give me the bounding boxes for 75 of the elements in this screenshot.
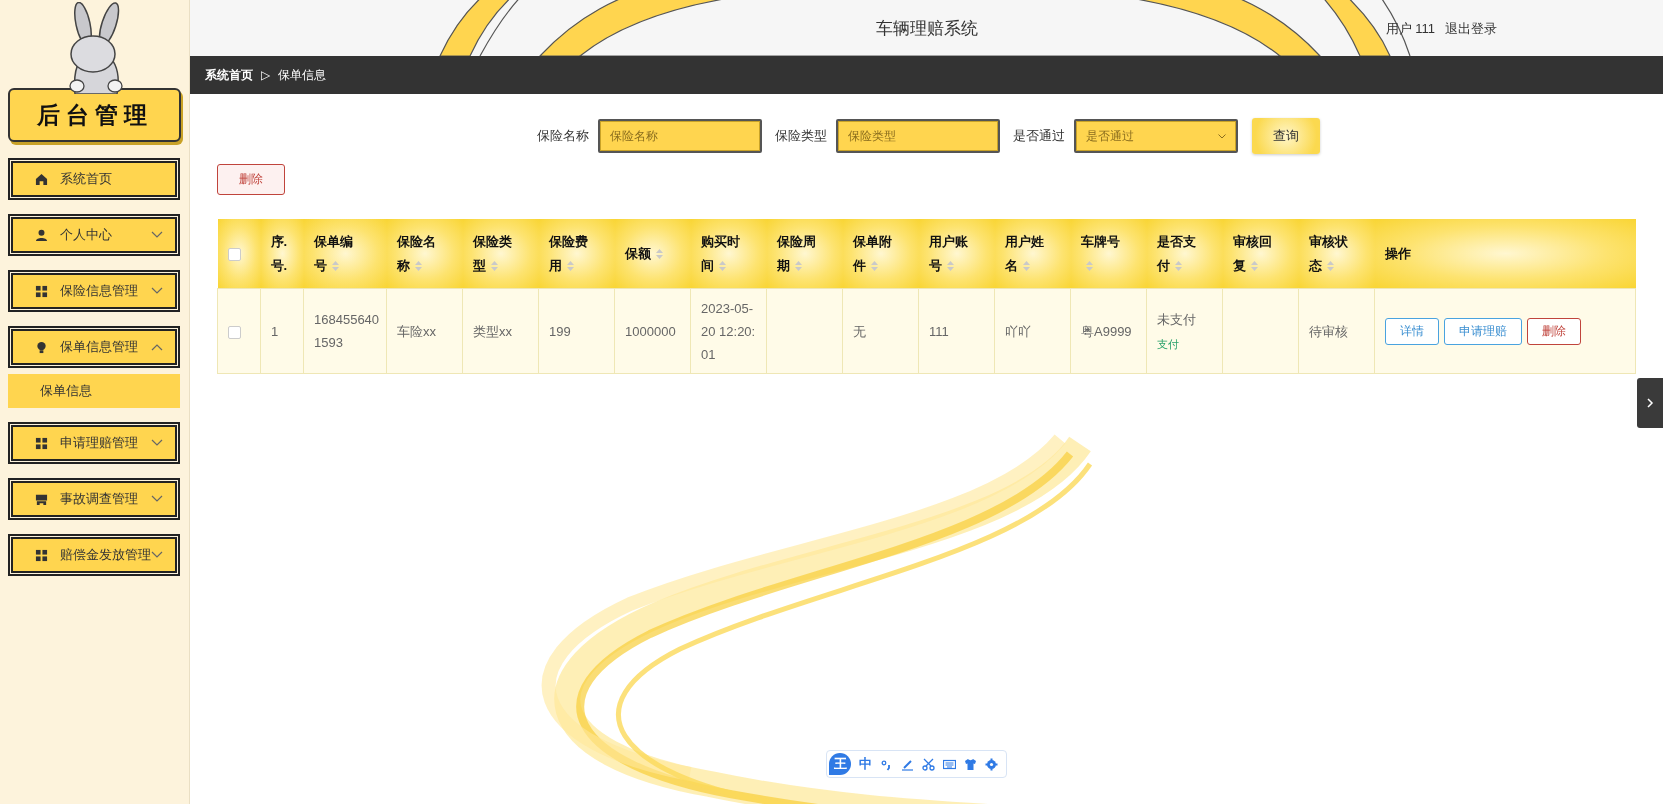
breadcrumb-link[interactable]: 系统首页 — [205, 66, 253, 84]
scissors-icon[interactable] — [922, 757, 935, 771]
menu-item[interactable]: 个人中心 — [8, 214, 180, 256]
ime-logo[interactable]: 王 — [829, 753, 851, 775]
action-button[interactable]: 删除 — [1527, 317, 1581, 345]
table-cell: 1 — [271, 323, 279, 339]
user-name: 用户 111 — [1385, 20, 1435, 38]
home-icon — [35, 172, 48, 186]
settings-icon[interactable] — [985, 757, 998, 771]
input-mode[interactable]: 中 — [859, 755, 872, 773]
sort-icon[interactable] — [1249, 260, 1259, 273]
grid-icon — [35, 436, 48, 450]
table-cell: 待审核 — [1309, 323, 1348, 339]
menu-item[interactable]: 事故调查管理 — [8, 478, 180, 520]
table-cell: 吖吖 — [1005, 323, 1031, 339]
keyboard-icon[interactable] — [943, 757, 956, 771]
sort-icon[interactable] — [565, 260, 575, 273]
delete-button[interactable]: 删除 — [217, 164, 285, 195]
select-field[interactable]: 是否通过 — [1074, 119, 1238, 153]
input-field[interactable]: 保险类型 — [836, 119, 1000, 153]
sort-icon[interactable] — [793, 260, 803, 273]
table-cell: 类型xx — [473, 323, 512, 339]
column-header: 操作 — [1384, 244, 1412, 263]
payment-status: 未支付 — [1157, 311, 1196, 327]
query-button[interactable]: 查询 — [1252, 118, 1320, 154]
filter-label: 保险类型 — [775, 127, 827, 145]
grid-icon — [35, 284, 48, 298]
sort-icon[interactable] — [489, 260, 499, 273]
menu-item[interactable]: 保单信息管理 — [8, 326, 180, 368]
menu-item[interactable]: 保险信息管理 — [8, 270, 180, 312]
input-field[interactable]: 保险名称 — [598, 119, 762, 153]
admin-title: 后台管理 — [8, 88, 181, 142]
table-cell: 199 — [549, 323, 571, 339]
grid-icon — [35, 548, 48, 562]
column-header[interactable]: 保额 — [624, 241, 665, 266]
action-button[interactable]: 详情 — [1385, 317, 1439, 345]
column-header: 序.号. — [270, 232, 289, 275]
sort-icon[interactable] — [413, 260, 423, 273]
pen-icon[interactable] — [901, 757, 914, 771]
menu-item[interactable]: 赔偿金发放管理 — [8, 534, 180, 576]
system-title: 车辆理赔系统 — [875, 17, 978, 40]
sort-icon[interactable] — [654, 248, 664, 261]
sort-icon[interactable] — [330, 260, 340, 273]
shop-icon — [35, 492, 48, 506]
table-cell: 1684556401593 — [314, 312, 380, 350]
submenu-item[interactable]: 保单信息 — [8, 374, 180, 408]
expand-tab[interactable] — [1637, 378, 1663, 428]
chevron-right-icon — [1646, 397, 1654, 409]
table-cell: 粤A9999 — [1081, 323, 1132, 339]
table-cell: 2023-05-20 12:20:01 — [701, 300, 756, 362]
filter-label: 是否通过 — [1013, 127, 1065, 145]
checkbox[interactable] — [228, 325, 241, 339]
sort-icon[interactable] — [1021, 260, 1031, 273]
table-cell: 无 — [853, 323, 866, 339]
table-cell: 1000000 — [625, 323, 676, 339]
sort-icon[interactable] — [869, 260, 879, 273]
sort-icon[interactable] — [945, 260, 955, 273]
checkbox[interactable] — [227, 248, 241, 262]
logout-link[interactable]: 退出登录 — [1445, 20, 1497, 38]
filter-label: 保险名称 — [537, 127, 589, 145]
sort-icon[interactable] — [1173, 260, 1183, 273]
bulb-icon — [35, 340, 48, 354]
sort-icon[interactable] — [717, 260, 727, 273]
person-icon — [35, 228, 48, 242]
caret-icon — [1218, 133, 1226, 139]
breadcrumb-separator: ▷ — [261, 68, 271, 82]
menu-item[interactable]: 申请理赔管理 — [8, 422, 180, 464]
action-button[interactable]: 申请理赔 — [1444, 317, 1522, 345]
table-cell: 车险xx — [397, 323, 436, 339]
shirt-icon[interactable] — [964, 757, 977, 771]
sort-icon[interactable] — [1084, 260, 1094, 273]
table-cell: 111 — [929, 323, 949, 339]
menu-item[interactable]: 系统首页 — [8, 158, 180, 200]
breadcrumb-current: 保单信息 — [278, 66, 327, 84]
sort-icon[interactable] — [1325, 260, 1335, 273]
